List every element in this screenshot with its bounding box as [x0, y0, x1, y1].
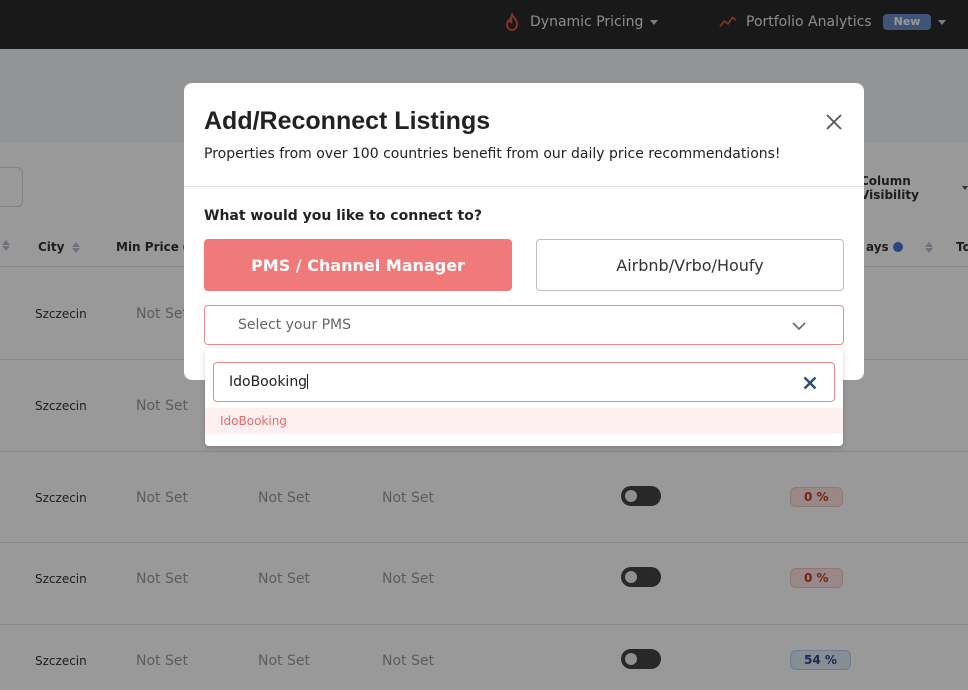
modal-subtitle: Properties from over 100 countries benef… [204, 146, 781, 162]
close-icon[interactable] [824, 112, 844, 132]
clear-icon[interactable] [802, 375, 818, 391]
pms-search-value: IdoBooking [229, 374, 308, 390]
pms-channel-manager-button[interactable]: PMS / Channel Manager [204, 239, 512, 291]
airbnb-vrbo-houfy-button[interactable]: Airbnb/Vrbo/Houfy [536, 239, 844, 291]
connect-question: What would you like to connect to? [204, 208, 482, 224]
modal-title: Add/Reconnect Listings [204, 107, 491, 135]
pms-select-placeholder: Select your PMS [238, 317, 351, 333]
chevron-down-icon [791, 318, 807, 334]
pms-select[interactable]: Select your PMS [204, 305, 844, 345]
divider [184, 186, 864, 187]
pms-option-idobooking[interactable]: IdoBooking [205, 408, 843, 434]
pms-search-input[interactable]: IdoBooking [213, 362, 835, 402]
pms-dropdown: IdoBooking IdoBooking [205, 348, 843, 446]
